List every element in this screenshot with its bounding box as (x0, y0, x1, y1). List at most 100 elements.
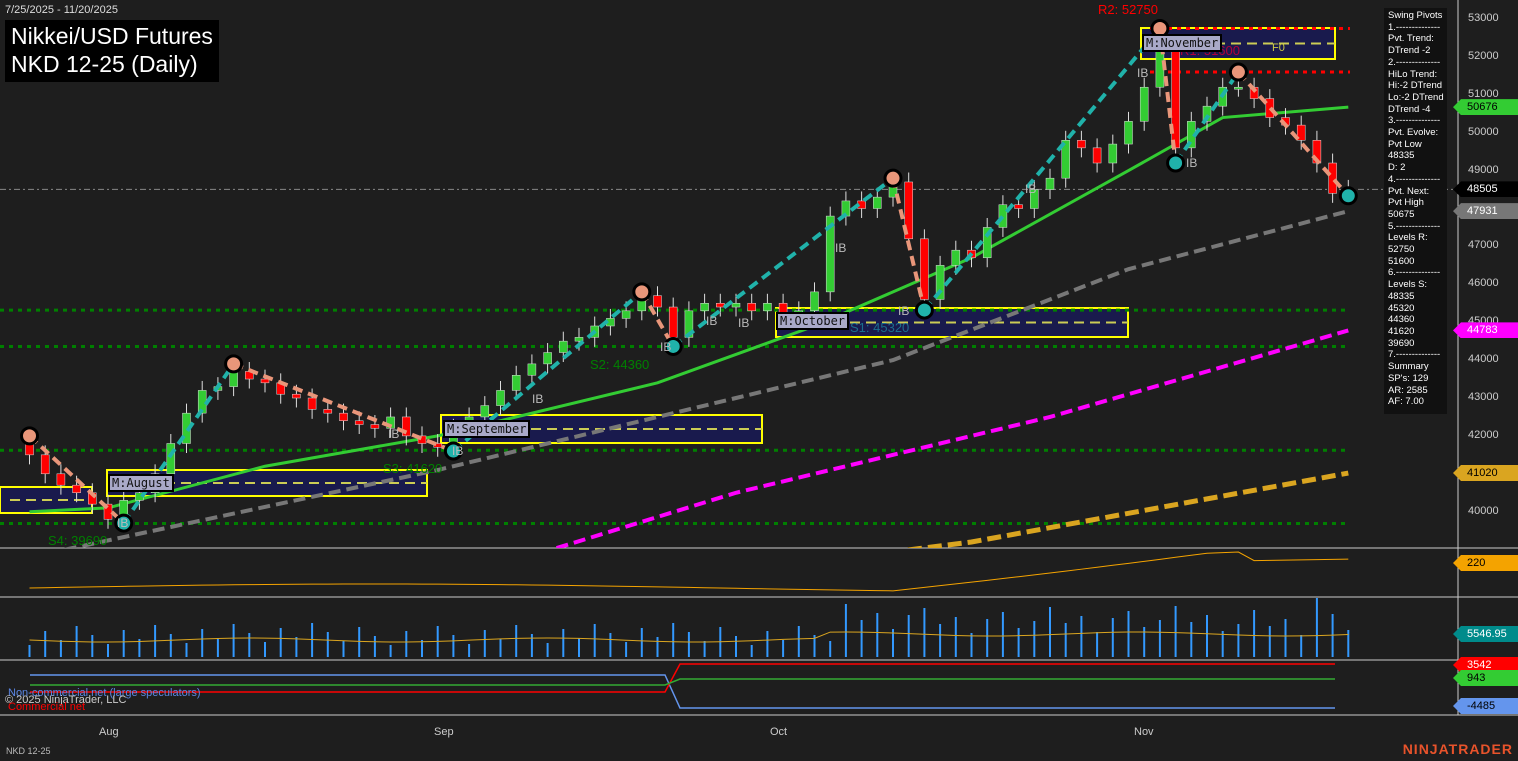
price-axis-label: 51000 (1468, 87, 1499, 100)
info-line: Pvt High (1388, 197, 1424, 209)
info-line: SP's: 129 (1388, 372, 1429, 384)
date-label-nov: Nov (1134, 726, 1154, 738)
candle-body (1092, 147, 1102, 164)
info-line: 45320 (1388, 302, 1415, 314)
candle-body (56, 473, 66, 486)
info-line: Swing Pivots (1388, 10, 1443, 21)
swing-pivot-marker (1166, 153, 1186, 173)
info-line: 41620 (1388, 325, 1415, 337)
ib-label: IB (1186, 156, 1198, 170)
f0-label: F0 (1272, 42, 1285, 54)
info-line: 5.-------------- (1388, 220, 1441, 232)
s4-label: S4: 39690 (48, 533, 108, 548)
info-line: 52750 (1388, 244, 1415, 256)
ib-label: IB (1137, 66, 1149, 80)
candle-body (559, 340, 568, 353)
candle-body (763, 303, 772, 312)
info-line: Levels S: (1388, 279, 1428, 291)
candle-body (166, 443, 176, 475)
info-line: 6.-------------- (1388, 267, 1441, 279)
month-label-september: M:September (443, 420, 531, 438)
ib-label: IB (835, 241, 847, 255)
candle-body (1124, 121, 1133, 145)
price-tag: 44783 (1453, 322, 1518, 339)
info-line: Lo:-2 DTrend (1388, 91, 1444, 103)
swing-pivot-marker (224, 354, 244, 374)
ib-label: IB (660, 340, 672, 354)
info-line: AF: 7.00 (1388, 396, 1424, 408)
candle-body (1045, 177, 1055, 190)
candle-body (731, 303, 741, 308)
candle-body (496, 390, 505, 406)
candle-body (292, 393, 301, 399)
sub-tag-osc: 220 (1453, 555, 1518, 571)
candle-body (700, 303, 709, 312)
price-tag: 41020 (1453, 465, 1518, 482)
candle-body (1077, 140, 1086, 149)
date-label-oct: Oct (770, 726, 788, 738)
sub-tag-vol: 5546.95 (1453, 626, 1518, 642)
info-line: 48335 (1388, 290, 1415, 302)
info-line: 50675 (1388, 208, 1415, 220)
s1-label: S1: 45320 (850, 320, 910, 335)
swing-pivot-marker (1228, 62, 1248, 82)
swing-pivot-marker (20, 426, 39, 446)
price-tag: 47931 (1453, 203, 1518, 220)
info-line: 39690 (1388, 337, 1415, 349)
date-label-aug: Aug (99, 726, 119, 738)
swing-pivots-panel: Swing Pivots 1.-------------- Pvt. Trend: D… (1384, 8, 1447, 414)
candle-body (621, 310, 631, 319)
s2-label: S2: 44360 (590, 357, 650, 372)
candle-body (716, 303, 725, 308)
candle-body (1234, 86, 1243, 90)
price-axis-label: 44000 (1468, 353, 1499, 366)
candle-body (323, 409, 333, 414)
price-tag: 48505 (1453, 181, 1518, 198)
info-line: Pvt Low (1388, 138, 1422, 150)
info-line: 1.-------------- (1388, 21, 1441, 33)
ib-label: IB (738, 316, 750, 330)
info-line: 51600 (1388, 255, 1415, 267)
candle-body (511, 375, 521, 391)
ma-slow-line (550, 328, 1349, 548)
candle-body (747, 303, 756, 312)
candle-body (873, 196, 882, 209)
instrument-symbol: NKD 12-25 (Daily) (11, 51, 198, 77)
price-axis-label: 49000 (1468, 163, 1499, 176)
price-axis-label: 42000 (1468, 428, 1499, 441)
ib-label: IB (898, 304, 910, 318)
candle-body (370, 424, 380, 429)
candle-body (527, 363, 537, 376)
cot-small-line (30, 678, 1335, 686)
info-line: D: 2 (1388, 162, 1406, 174)
ib-label: IB (452, 444, 464, 458)
swing-leg (232, 362, 455, 453)
candle-body (951, 249, 961, 266)
ib-label: IB (117, 516, 129, 530)
ninjatrader-logo: NINJATRADER (1402, 741, 1513, 757)
candle-body (810, 291, 819, 312)
candle-body (339, 412, 348, 421)
oscillator-line (29, 551, 1349, 592)
price-axis-label: 52000 (1468, 49, 1499, 62)
chart-title: Nikkei/USD Futures NKD 12-25 (Daily) (5, 20, 219, 82)
candle-body (1014, 204, 1023, 209)
price-axis-label: 46000 (1468, 277, 1499, 290)
info-line: Pvt. Evolve: (1388, 127, 1439, 139)
candle-body (229, 371, 238, 387)
swing-pivot-marker (914, 300, 934, 320)
swing-pivot-marker (1338, 186, 1358, 206)
info-line: Pvt. Trend: (1388, 33, 1434, 45)
candle-body (480, 405, 490, 418)
candle-body (40, 454, 50, 475)
info-line: AR: 2585 (1388, 384, 1428, 396)
info-line: 44360 (1388, 314, 1415, 326)
instrument-name: Nikkei/USD Futures (11, 23, 213, 49)
s3-label: S3: 41620 (383, 461, 443, 476)
price-chart[interactable] (0, 0, 1518, 761)
info-line: DTrend -2 (1388, 45, 1431, 57)
info-line: 48335 (1388, 150, 1415, 162)
candle-body (1108, 143, 1118, 164)
price-axis-label: 47000 (1468, 239, 1499, 252)
price-tag: 50676 (1453, 99, 1518, 116)
